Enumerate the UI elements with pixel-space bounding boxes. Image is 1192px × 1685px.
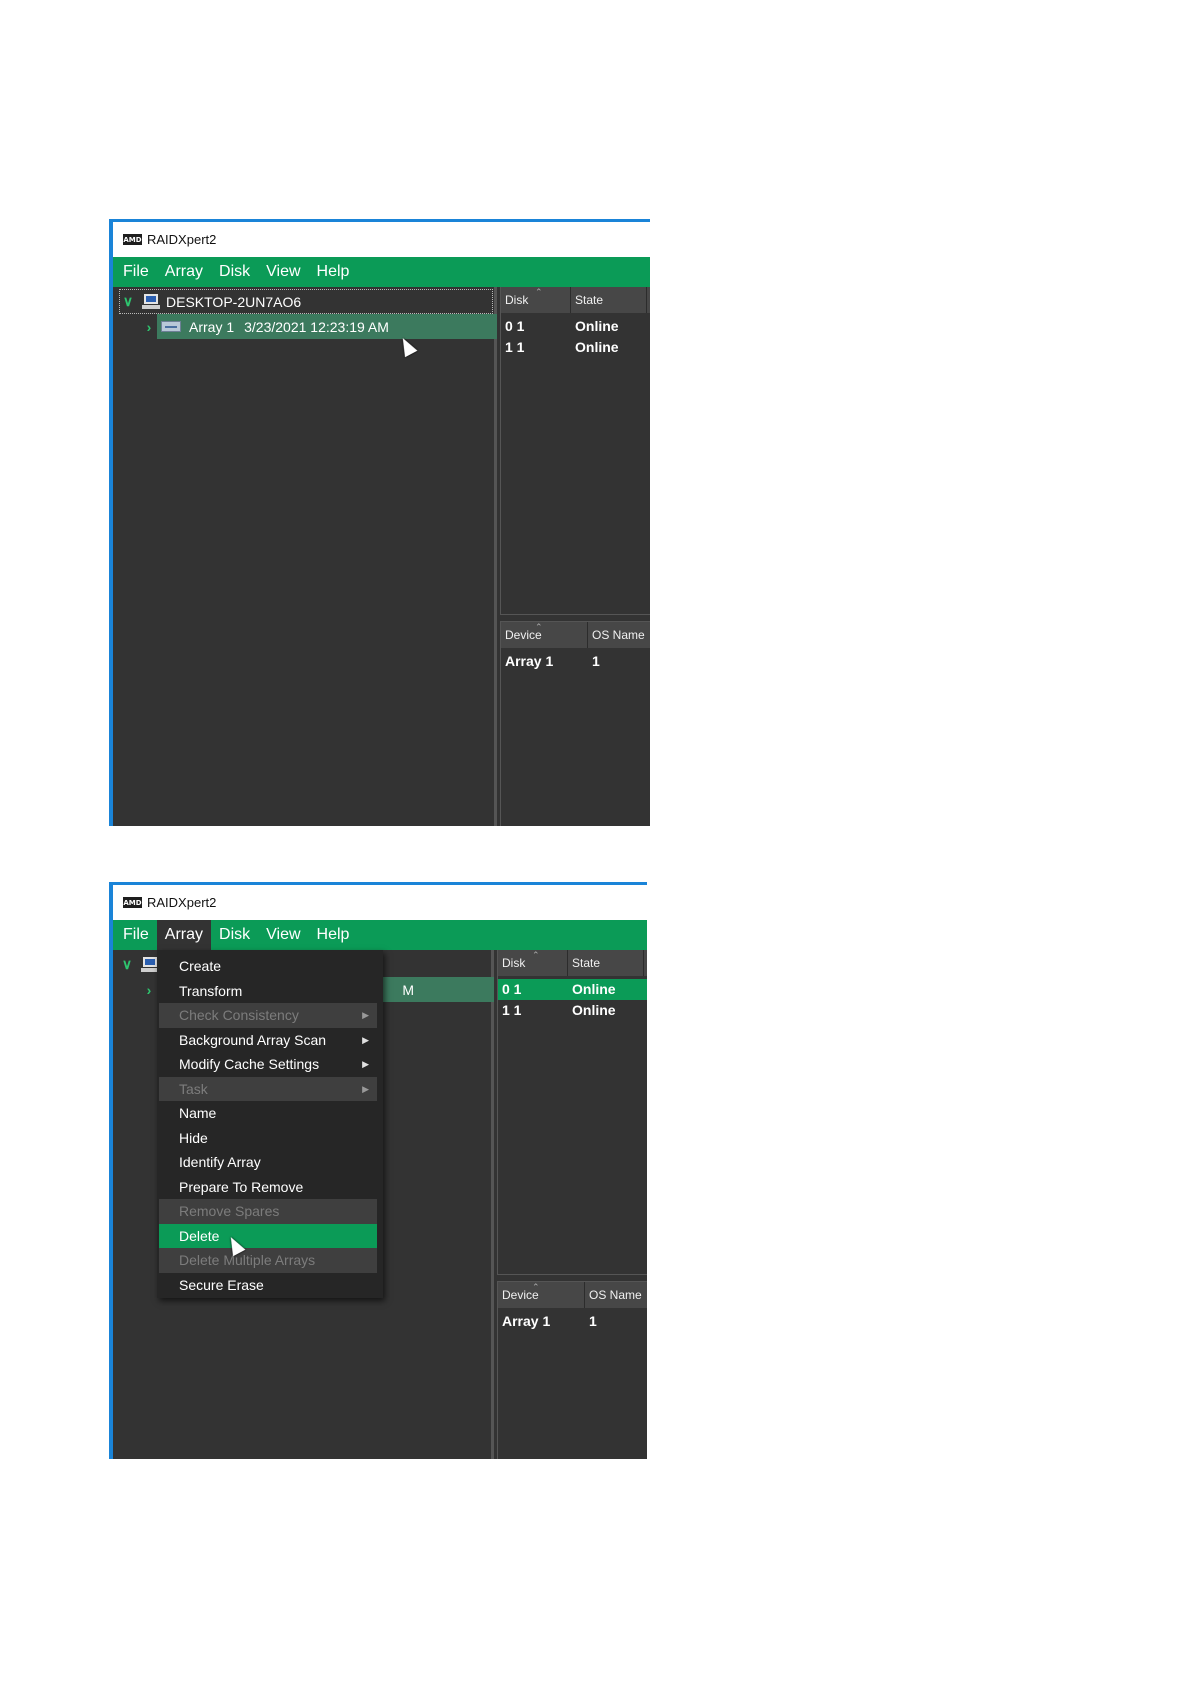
tree-array-selected[interactable]: Array 1 3/23/2021 12:23:19 AM: [157, 314, 497, 339]
menu-bar: File Array Disk View Help: [113, 920, 647, 950]
submenu-arrow-icon: ▶: [362, 1059, 369, 1069]
sort-up-icon: ⌃: [535, 287, 543, 297]
menu-item-hide[interactable]: Hide: [159, 1126, 377, 1151]
menu-item-modify-cache-settings[interactable]: Modify Cache Settings ▶: [159, 1052, 377, 1077]
menu-item-name[interactable]: Name: [159, 1101, 377, 1126]
column-os-name[interactable]: OS Name: [588, 622, 650, 648]
menu-item-delete[interactable]: Delete: [159, 1223, 377, 1248]
tree-host-row[interactable]: ∨ DESKTOP-2UN7AO6: [119, 289, 493, 314]
column-disk[interactable]: ⌃ Disk: [501, 287, 571, 313]
menu-item-delete-multiple-arrays: Delete Multiple Arrays: [159, 1248, 377, 1273]
title-bar: AMD RAIDXpert2: [113, 882, 647, 920]
raidxpert-window-2: AMD RAIDXpert2 File Array Disk View Help…: [109, 882, 647, 1459]
column-state[interactable]: State: [571, 287, 647, 313]
menu-item-prepare-to-remove[interactable]: Prepare To Remove: [159, 1175, 377, 1200]
menu-item-background-array-scan[interactable]: Background Array Scan ▶: [159, 1028, 377, 1053]
table-row[interactable]: 0 1 Online: [498, 979, 647, 1000]
chevron-right-icon[interactable]: ›: [141, 319, 157, 335]
amd-logo-icon: AMD: [123, 234, 142, 245]
device-panel: ⌃ Device OS Name Array 1 1: [500, 622, 650, 826]
submenu-arrow-icon: ▶: [362, 1010, 369, 1020]
panel-splitter[interactable]: [497, 1274, 647, 1282]
device-panel-header: ⌃ Device OS Name: [501, 622, 650, 648]
sort-up-icon: ⌃: [535, 622, 543, 632]
menu-file[interactable]: File: [113, 920, 157, 950]
column-next[interactable]: [647, 287, 650, 313]
menu-array[interactable]: Array: [157, 257, 211, 287]
column-disk[interactable]: ⌃ Disk: [498, 950, 568, 976]
menu-item-create[interactable]: Create: [159, 954, 377, 979]
menu-view[interactable]: View: [258, 257, 308, 287]
column-next[interactable]: [644, 950, 647, 976]
menu-view[interactable]: View: [258, 920, 308, 950]
column-os-name[interactable]: OS Name: [585, 1282, 647, 1308]
menu-item-identify-array[interactable]: Identify Array: [159, 1150, 377, 1175]
menu-array[interactable]: Array: [156, 920, 212, 950]
chevron-right-icon[interactable]: ›: [141, 982, 157, 998]
disk-array-icon: [161, 321, 181, 332]
table-row[interactable]: Array 1 1: [498, 1311, 597, 1332]
menu-item-transform[interactable]: Transform: [159, 979, 377, 1004]
menu-item-secure-erase[interactable]: Secure Erase: [159, 1273, 377, 1298]
array-label: Array 1: [189, 318, 235, 335]
device-panel-header: ⌃ Device OS Name: [498, 1282, 647, 1308]
raidxpert-window-1: AMD RAIDXpert2 File Array Disk View Help…: [109, 219, 650, 826]
sort-up-icon: ⌃: [532, 1282, 540, 1292]
table-row[interactable]: 0 1 Online: [501, 316, 619, 337]
menu-disk[interactable]: Disk: [211, 257, 258, 287]
table-row[interactable]: 1 1 Online: [498, 1000, 616, 1021]
chevron-down-icon[interactable]: ∨: [120, 293, 136, 310]
computer-icon: [142, 293, 160, 310]
device-panel: ⌃ Device OS Name Array 1 1: [497, 1282, 647, 1459]
menu-item-task: Task ▶: [159, 1076, 377, 1101]
disk-panel: ⌃ Disk State 0 1 Online 1 1 Online: [497, 950, 647, 1274]
menu-help[interactable]: Help: [309, 257, 358, 287]
menu-item-check-consistency: Check Consistency ▶: [159, 1003, 377, 1028]
menu-help[interactable]: Help: [309, 920, 358, 950]
array-dropdown-menu: Create Transform Check Consistency ▶ Back…: [157, 950, 383, 1298]
disk-panel: ⌃ Disk State 0 1 Online 1 1 Online: [500, 287, 650, 614]
table-row[interactable]: Array 1 1: [501, 651, 600, 672]
host-name: DESKTOP-2UN7AO6: [166, 293, 302, 310]
menu-item-remove-spares: Remove Spares: [159, 1199, 377, 1224]
submenu-arrow-icon: ▶: [362, 1083, 369, 1094]
chevron-down-icon[interactable]: ∨: [119, 956, 135, 973]
column-device[interactable]: ⌃ Device: [498, 1282, 585, 1308]
column-device[interactable]: ⌃ Device: [501, 622, 588, 648]
window-title: RAIDXpert2: [147, 895, 217, 910]
panel-splitter[interactable]: [500, 614, 650, 622]
submenu-arrow-icon: ▶: [362, 1034, 369, 1045]
window-title: RAIDXpert2: [147, 232, 217, 247]
sort-up-icon: ⌃: [532, 950, 540, 960]
menu-disk[interactable]: Disk: [211, 920, 258, 950]
title-bar: AMD RAIDXpert2: [113, 219, 650, 257]
array-date: 3/23/2021 12:23:19 AM: [244, 318, 389, 335]
array-tree: ∨ DESKTOP-2UN7AO6 › Array 1 3/23/2021 12…: [113, 287, 497, 826]
disk-panel-header: ⌃ Disk State: [498, 950, 647, 976]
tree-array-row[interactable]: › Array 1 3/23/2021 12:23:19 AM: [141, 314, 497, 339]
column-state[interactable]: State: [568, 950, 644, 976]
menu-file[interactable]: File: [113, 257, 157, 287]
array-date-fragment: M: [402, 981, 414, 998]
menu-bar: File Array Disk View Help: [113, 257, 650, 287]
amd-logo-icon: AMD: [123, 897, 142, 908]
table-row[interactable]: 1 1 Online: [501, 337, 619, 358]
disk-panel-header: ⌃ Disk State: [501, 287, 650, 313]
